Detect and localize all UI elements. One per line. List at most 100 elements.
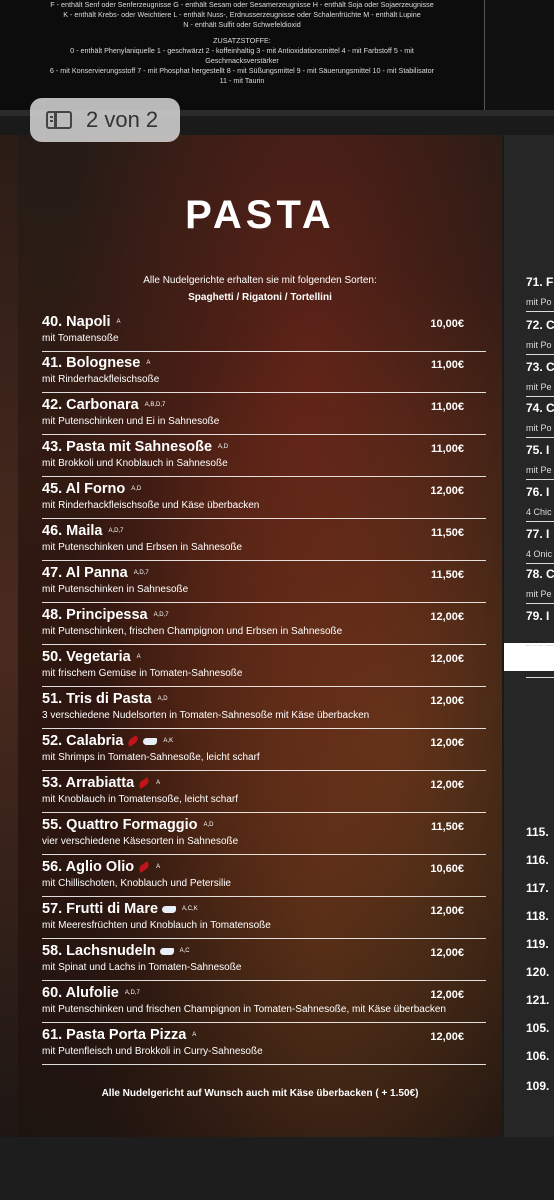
allergen-codes: A: [156, 780, 161, 787]
menu-item-price: 12,00€: [430, 653, 464, 665]
menu-item-price: 12,00€: [430, 947, 464, 959]
left-page-edge: [0, 135, 18, 1137]
allergen-codes: A,K: [163, 738, 174, 745]
dish-name: 45. Al Forno: [42, 481, 126, 497]
menu-item: 60. Alufolie A,D,7 12,00€ mit Putenschinken…: [42, 981, 486, 1023]
menu-item: 47. Al Panna A,D,7 11,50€ mit Putenschinken…: [42, 561, 486, 603]
menu-item: 56. Aglio Olio A 10,60€ mit Chillischoten, …: [42, 855, 486, 897]
menu-item-price: 11,00€: [430, 443, 464, 455]
additives-line: 11 - mit Taurin: [219, 76, 265, 85]
menu-item-price: 12,00€: [430, 737, 464, 749]
adjacent-item-desc: mit Po: [526, 340, 552, 350]
dish-name: 56. Aglio Olio: [42, 859, 135, 875]
menu-item-price: 11,50€: [430, 527, 464, 539]
dish-name: 41. Bolognese: [42, 355, 141, 371]
menu-item-price: 11,50€: [430, 569, 464, 581]
additives-line: 6 - mit Konservierungsstoff 7 - mit Phos…: [49, 66, 435, 75]
menu-item: 58. Lachsnudeln A,C 12,00€ mit Spinat und L…: [42, 939, 486, 981]
menu-item-description: mit frischem Gemüse in Tomaten-Sahnesoße: [42, 668, 243, 679]
menu-item-name: 57. Frutti di Mare A,C,K: [42, 901, 198, 917]
adjacent-item-number: 79. I: [526, 609, 550, 623]
menu-item: 48. Principessa A,D,7 12,00€ mit Putenschin…: [42, 603, 486, 645]
adjacent-item-number: 74. C: [526, 401, 554, 415]
shrimp-icon: [143, 737, 158, 745]
adjacent-item-divider: [526, 396, 554, 397]
menu-item-description: mit Putenschinken und Erbsen in Sahnesoß…: [42, 542, 243, 553]
adjacent-lower-item: 121.: [526, 993, 550, 1007]
adjacent-item-number: 75. I: [526, 443, 550, 457]
adjacent-lower-item: 117.: [526, 881, 549, 895]
adjacent-item-divider: [526, 677, 554, 678]
menu-item: 40. Napoli A 10,00€ mit Tomatensoße: [42, 310, 486, 352]
allergen-codes: A: [156, 864, 161, 871]
adjacent-item-divider: [526, 311, 554, 312]
adjacent-item-number: 77. I: [526, 527, 550, 541]
menu-item-name: 53. Arrabiatta A: [42, 775, 160, 791]
allergen-codes: A,D: [157, 696, 168, 703]
menu-item-name: 46. Maila A,D,7: [42, 523, 123, 539]
pasta-menu-page[interactable]: PASTA Alle Nudelgerichte erhalten sie mi…: [18, 135, 502, 1137]
dish-name: 47. Al Panna: [42, 565, 128, 581]
adjacent-item-number: 79A: [526, 641, 549, 655]
adjacent-lower-item: 116.: [526, 853, 549, 867]
menu-item-price: 12,00€: [430, 1031, 464, 1043]
adjacent-item-desc: mit Pe: [526, 465, 552, 475]
page-indicator-button[interactable]: 2 von 2: [30, 98, 180, 142]
allergen-codes: A: [192, 1032, 197, 1039]
menu-item-description: mit Putenschinken in Sahnesoße: [42, 584, 189, 595]
adjacent-item-divider: [526, 437, 554, 438]
menu-item: 55. Quattro Formaggio A,D 11,50€ vier versc…: [42, 813, 486, 855]
adjacent-item-number: 78. C: [526, 567, 554, 581]
adjacent-page-lower: [504, 671, 554, 1137]
additives-title: ZUSATZSTOFFE:: [213, 36, 271, 45]
menu-item: 43. Pasta mit Sahnesoße A,D 11,00€ mit Brok…: [42, 435, 486, 477]
adjacent-item-divider: [526, 354, 554, 355]
menu-item-name: 52. Calabria A,K: [42, 733, 173, 749]
adjacent-item-desc: mit Pe: [526, 382, 552, 392]
dish-name: 46. Maila: [42, 523, 103, 539]
adjacent-item-divider: [526, 521, 554, 522]
bottom-bar: [0, 1137, 554, 1200]
dish-name: 52. Calabria: [42, 733, 124, 749]
menu-item: 46. Maila A,D,7 11,50€ mit Putenschinken un…: [42, 519, 486, 561]
menu-item: 53. Arrabiatta A 12,00€ mit Knoblauch in To…: [42, 771, 486, 813]
adjacent-item-desc: 4 Onic: [526, 549, 553, 559]
menu-item-name: 55. Quattro Formaggio A,D: [42, 817, 214, 833]
dish-name: 60. Alufolie: [42, 985, 119, 1001]
adjacent-menu-page[interactable]: 71. F mit Po 72. C mit Po 73. C mit Pe 74. C mi…: [504, 135, 554, 1137]
allergen-codes: A,C: [179, 948, 190, 955]
adjacent-lower-item: 105.: [526, 1021, 550, 1035]
allergen-codes: A,D: [131, 486, 142, 493]
menu-item-description: mit Putenschinken und frischen Champigno…: [42, 1004, 446, 1015]
adjacent-item-desc: mit Pe: [526, 589, 552, 599]
chili-icon: [137, 777, 151, 790]
adjacent-item-number: 71. F: [526, 275, 554, 289]
menu-item-price: 10,60€: [430, 863, 464, 875]
adjacent-item-number: 73. C: [526, 360, 554, 374]
menu-item: 57. Frutti di Mare A,C,K 12,00€ mit Meeresf…: [42, 897, 486, 939]
chili-icon: [137, 861, 151, 874]
dish-name: 40. Napoli: [42, 314, 111, 330]
allergen-codes: A,C,K: [182, 906, 198, 913]
menu-item-description: 3 verschiedene Nudelsorten in Tomaten-Sa…: [42, 710, 370, 721]
allergen-codes: A,D,7: [108, 528, 124, 535]
page-indicator-label: 2 von 2: [86, 107, 159, 132]
adjacent-lower-item: 115.: [526, 825, 549, 839]
adjacent-item-divider: [526, 603, 554, 604]
allergen-codes: A,D,7: [153, 612, 169, 619]
menu-item-description: mit Putenschinken und Ei in Sahnesoße: [42, 416, 220, 427]
menu-item-price: 10,00€: [430, 318, 464, 330]
allergen-codes: A,D,7: [133, 570, 149, 577]
dish-name: 58. Lachsnudeln: [42, 943, 156, 959]
menu-item: 50. Vegetaria A 12,00€ mit frischem Gemüse …: [42, 645, 486, 687]
menu-item-description: mit Rinderhackfleischsoße und Käse überb…: [42, 500, 260, 511]
menu-item-description: mit Rinderhackfleischsoße: [42, 374, 160, 385]
dish-name: 43. Pasta mit Sahnesoße: [42, 439, 213, 455]
menu-item-price: 11,50€: [430, 821, 464, 833]
menu-item-name: 40. Napoli A: [42, 314, 121, 330]
menu-item-price: 12,00€: [430, 905, 464, 917]
menu-intro: Alle Nudelgerichte erhalten sie mit folg…: [18, 272, 502, 306]
menu-item: 61. Pasta Porta Pizza A 12,00€ mit Putenfle…: [42, 1023, 486, 1065]
dish-name: 53. Arrabiatta: [42, 775, 135, 791]
menu-item: 42. Carbonara A,B,D,7 11,00€ mit Putenschin…: [42, 393, 486, 435]
